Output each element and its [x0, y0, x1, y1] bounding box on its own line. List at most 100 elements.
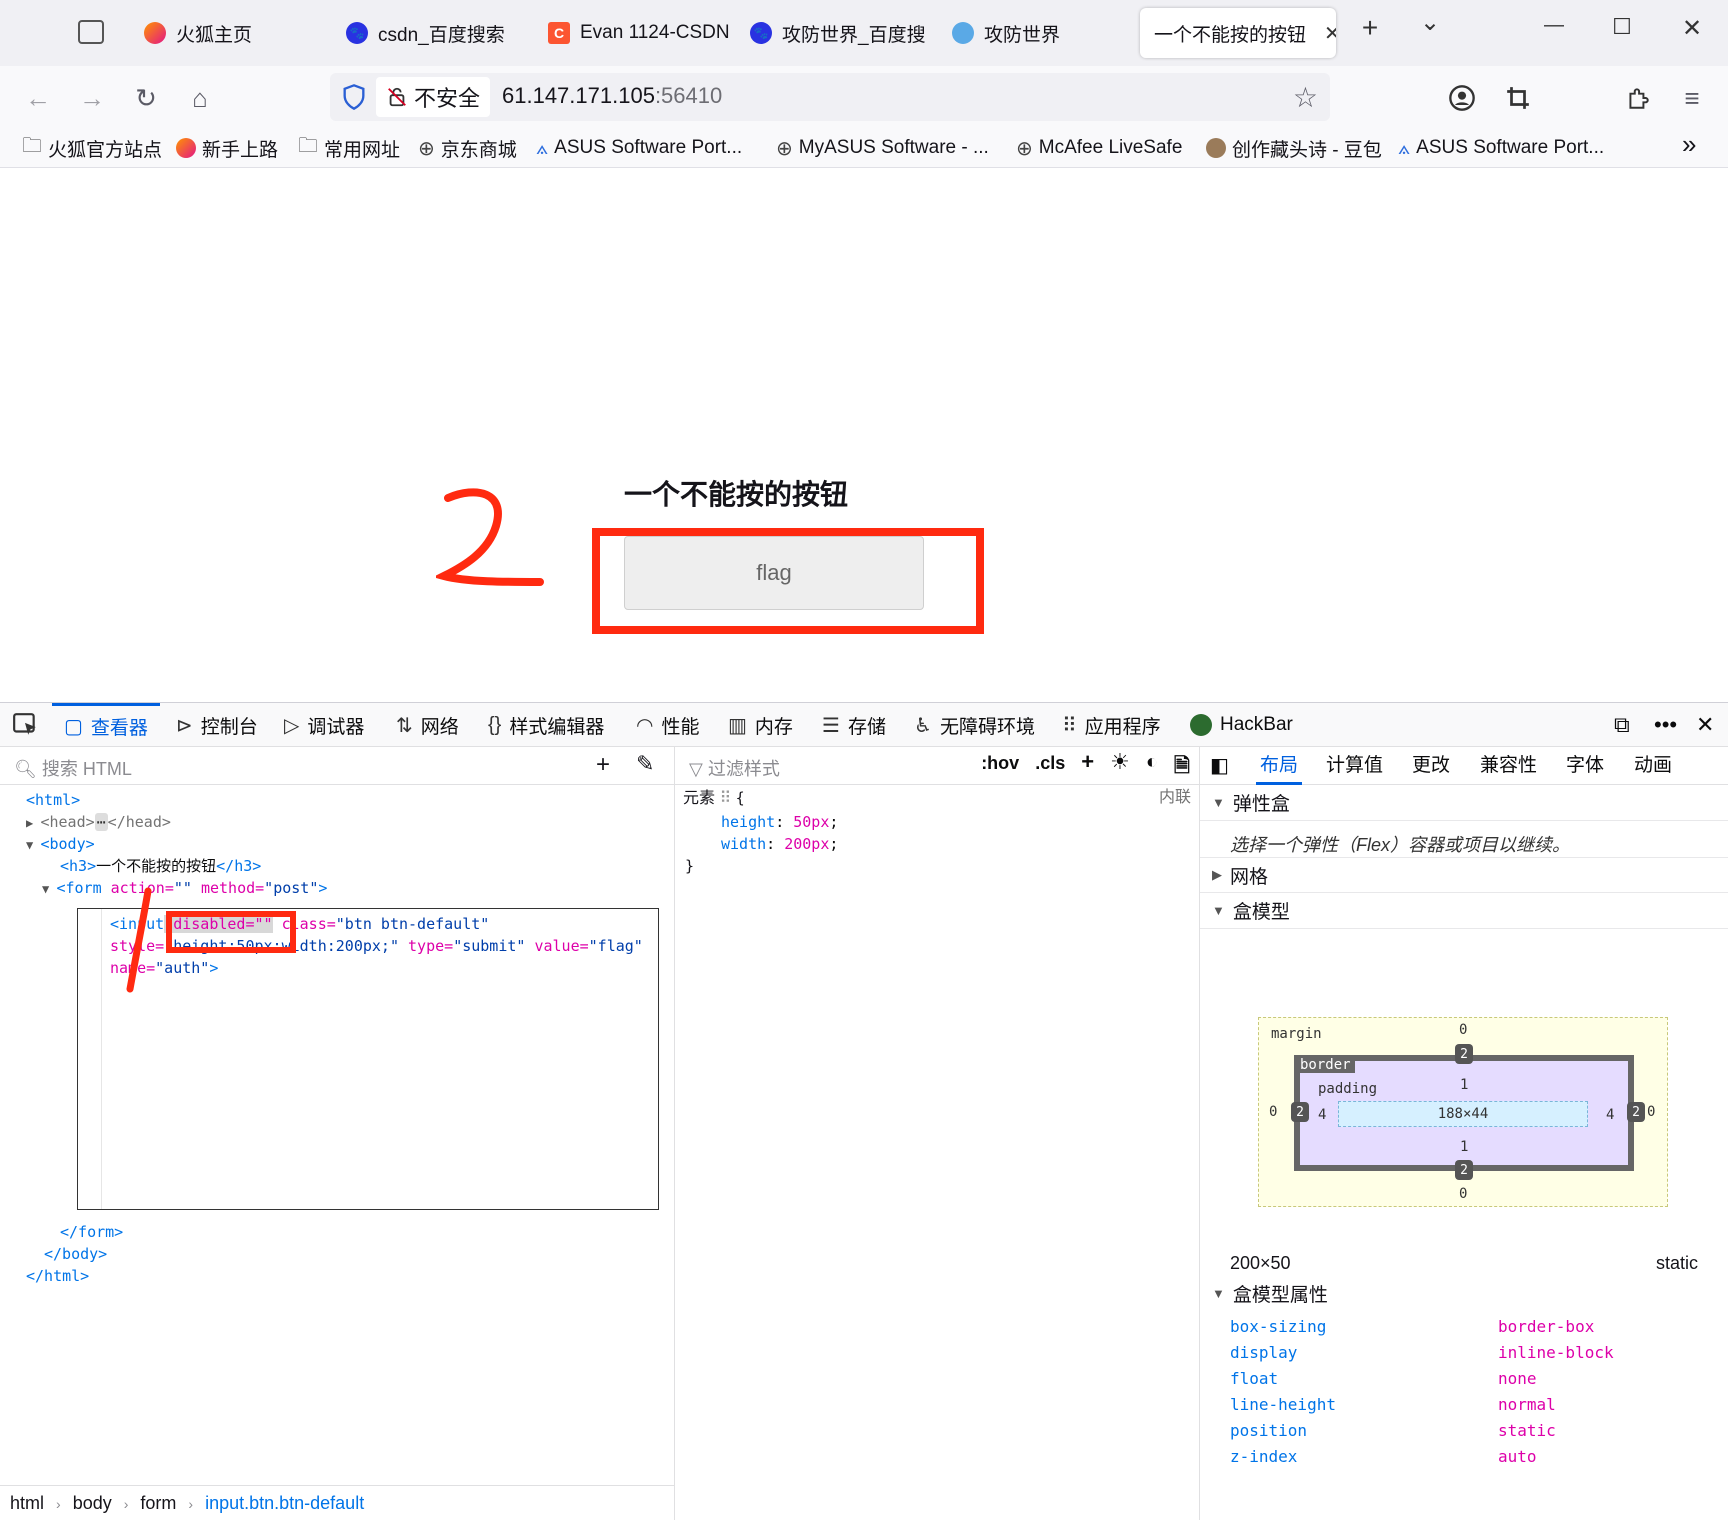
cls-toggle[interactable]: .cls	[1035, 753, 1065, 785]
close-devtools-icon[interactable]: ✕	[1696, 703, 1714, 747]
more-options-icon[interactable]: •••	[1654, 703, 1677, 747]
boxmodel-content[interactable]: 188×44	[1338, 1101, 1588, 1127]
markup-html-close[interactable]: </html>	[26, 1265, 89, 1287]
light-theme-icon[interactable]: ☀	[1110, 749, 1130, 785]
tab-firefox-home[interactable]: 火狐主页	[130, 8, 330, 58]
tab-evan-csdn[interactable]: C Evan 1124-CSDN	[534, 8, 734, 58]
tab-application[interactable]: ⠿ 应用程序	[1062, 703, 1161, 747]
screenshot-crop-icon[interactable]	[1498, 78, 1538, 118]
tab-hackbar[interactable]: HackBar	[1190, 703, 1293, 747]
account-icon[interactable]	[1442, 78, 1482, 118]
padding-right[interactable]: 4	[1606, 1107, 1614, 1123]
minimize-button[interactable]: —	[1534, 14, 1574, 37]
breadcrumb-item-current[interactable]: input.btn.btn-default	[205, 1493, 364, 1514]
bookmark-item[interactable]: 🗀 常用网址	[298, 134, 400, 162]
margin-right[interactable]: 0	[1647, 1104, 1655, 1120]
boxmodel-section[interactable]: ▼ 盒模型	[1200, 893, 1728, 929]
dock-side-icon[interactable]: ⧉	[1614, 703, 1630, 747]
rule-decl[interactable]: height: 50px;	[721, 811, 838, 833]
forward-button[interactable]: →	[72, 78, 112, 118]
markup-head[interactable]: ▶ <head> ⋯ </head>	[26, 811, 171, 833]
close-window-button[interactable]: ✕	[1672, 14, 1712, 43]
maximize-button[interactable]: ☐	[1602, 14, 1642, 40]
tab-console[interactable]: ⊳ 控制台	[176, 703, 258, 747]
box-props-section[interactable]: ▼ 盒模型属性	[1200, 1275, 1728, 1311]
bookmark-item[interactable]: ⊕ MyASUS Software - ...	[776, 134, 989, 162]
bookmark-item[interactable]: 创作藏头诗 - 豆包	[1206, 134, 1382, 162]
markup-form-close[interactable]: </form>	[60, 1221, 123, 1243]
border-right[interactable]: 2	[1627, 1102, 1645, 1122]
rule-decl[interactable]: width: 200px;	[721, 833, 838, 855]
tab-debugger[interactable]: ▷ 调试器	[284, 703, 364, 747]
tab-computed[interactable]: 计算值	[1326, 747, 1383, 785]
markup-body-close[interactable]: </body>	[44, 1243, 107, 1265]
bookmark-item[interactable]: ⊕ 京东商城	[418, 134, 517, 162]
menu-hamburger-icon[interactable]: ≡	[1672, 78, 1712, 118]
breadcrumb-item[interactable]: html	[10, 1493, 44, 1514]
search-html-input[interactable]: 🔍︎ 搜索 HTML	[14, 755, 132, 781]
home-button[interactable]: ⌂	[180, 78, 220, 118]
border-top[interactable]: 2	[1455, 1044, 1473, 1064]
back-button[interactable]: ←	[18, 78, 58, 118]
tab-storage[interactable]: ☰ 存储	[822, 703, 886, 747]
bookmark-star-icon[interactable]: ☆	[1293, 81, 1318, 114]
markup-form-open[interactable]: ▼ <form action="" method="post">	[42, 877, 327, 899]
new-tab-button[interactable]: +	[1350, 12, 1390, 44]
bookmark-item[interactable]: 新手上路	[176, 134, 278, 162]
print-media-icon[interactable]: 🗎	[1174, 751, 1190, 785]
markup-html-open[interactable]: <html>	[26, 789, 80, 811]
tab-csdn-baidu[interactable]: 🐾 csdn_百度搜索	[332, 8, 532, 58]
bookmark-item[interactable]: ⟑ ASUS Software Port...	[536, 134, 742, 162]
grid-section[interactable]: ▶ 网格	[1200, 857, 1728, 893]
collapse-triangle-icon[interactable]: ▼	[42, 882, 56, 896]
markup-h3[interactable]: <h3>一个不能按的按钮</h3>	[60, 855, 261, 877]
shield-icon[interactable]	[340, 83, 368, 111]
tab-accessibility[interactable]: ♿ 无障碍环境	[914, 703, 1035, 747]
padding-top[interactable]: 1	[1460, 1077, 1468, 1093]
bookmark-item[interactable]: 🗀 火狐官方站点	[22, 134, 162, 162]
tab-list-overview-icon[interactable]	[78, 20, 104, 44]
eyedropper-icon[interactable]: ✎	[636, 751, 654, 777]
collapsed-ellipsis[interactable]: ⋯	[94, 813, 108, 831]
bookmarks-overflow-icon[interactable]: »	[1682, 129, 1696, 159]
toggle-sidebar-icon[interactable]: ◧	[1210, 747, 1229, 785]
collapse-triangle-icon[interactable]: ▼	[26, 838, 40, 852]
add-node-icon[interactable]: +	[596, 751, 610, 779]
border-left[interactable]: 2	[1291, 1102, 1309, 1122]
expand-triangle-icon[interactable]: ▶	[26, 816, 40, 830]
tab-inspector[interactable]: ▢ 查看器	[52, 703, 160, 747]
filter-styles-input[interactable]: ▽ 过滤样式	[689, 755, 780, 781]
border-bottom[interactable]: 2	[1455, 1160, 1473, 1180]
tab-layout[interactable]: 布局	[1256, 747, 1303, 785]
flexbox-section[interactable]: ▼ 弹性盒	[1200, 785, 1728, 821]
margin-left[interactable]: 0	[1269, 1104, 1277, 1120]
tab-performance[interactable]: ◠ 性能	[636, 703, 699, 747]
insecure-indicator[interactable]: 不安全	[376, 77, 491, 117]
tab-fonts[interactable]: 字体	[1566, 747, 1604, 785]
tab-compatibility[interactable]: 兼容性	[1480, 747, 1537, 785]
contrast-icon[interactable]: ◐	[1146, 751, 1158, 785]
tab-gongfang-baidu[interactable]: 🐾 攻防世界_百度搜	[736, 8, 936, 58]
tab-style-editor[interactable]: {} 样式编辑器	[488, 703, 604, 747]
element-picker-icon[interactable]	[12, 703, 38, 747]
padding-bottom[interactable]: 1	[1460, 1139, 1468, 1155]
breadcrumb-item[interactable]: form	[140, 1493, 176, 1514]
reload-button[interactable]: ↻	[126, 78, 166, 118]
bookmark-item[interactable]: ⟑ ASUS Software Port...	[1398, 134, 1604, 162]
url-bar[interactable]: 不安全 61.147.171.105:56410 ☆	[330, 73, 1330, 121]
hov-toggle[interactable]: :hov	[981, 753, 1019, 785]
breadcrumb-item[interactable]: body	[73, 1493, 112, 1514]
tab-current[interactable]: 一个不能按的按钮 ✕	[1140, 8, 1336, 58]
tab-gongfang[interactable]: 攻防世界	[938, 8, 1128, 58]
extensions-icon[interactable]	[1618, 78, 1658, 118]
rule-selector[interactable]: 元素 ⠿ {	[683, 787, 745, 809]
tab-list-chevron-icon[interactable]: ⌄	[1410, 8, 1450, 37]
tab-animations[interactable]: 动画	[1634, 747, 1672, 785]
bookmark-item[interactable]: ⊕ McAfee LiveSafe	[1016, 134, 1182, 162]
tab-memory[interactable]: ▥ 内存	[728, 703, 793, 747]
markup-body-open[interactable]: ▼ <body>	[26, 833, 95, 855]
tab-changes[interactable]: 更改	[1412, 747, 1450, 785]
add-rule-icon[interactable]: +	[1081, 749, 1094, 785]
url-text[interactable]: 61.147.171.105:56410	[502, 83, 722, 109]
tab-network[interactable]: ⇅ 网络	[396, 703, 459, 747]
